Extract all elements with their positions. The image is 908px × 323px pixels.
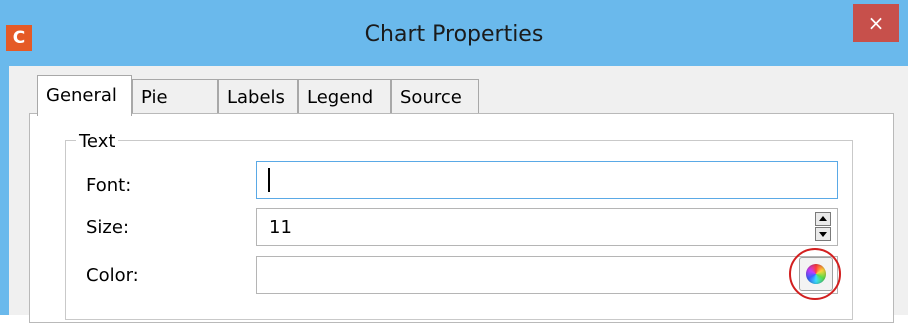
tab-labels[interactable]: Labels xyxy=(218,79,298,113)
color-picker-button[interactable] xyxy=(799,257,833,291)
spin-up-button[interactable] xyxy=(815,212,831,226)
color-label: Color: xyxy=(86,265,139,286)
color-wheel-icon xyxy=(806,264,826,284)
tab-pie[interactable]: Pie xyxy=(132,79,218,113)
title-bar[interactable]: C Chart Properties × xyxy=(0,0,908,51)
font-label: Font: xyxy=(86,175,132,196)
tab-legend[interactable]: Legend xyxy=(298,79,391,113)
size-value: 11 xyxy=(269,217,292,238)
tab-source[interactable]: Source xyxy=(391,79,479,113)
text-caret xyxy=(268,168,270,192)
size-spin-buttons xyxy=(815,212,831,242)
color-field[interactable] xyxy=(256,256,838,294)
text-group-title: Text xyxy=(76,131,119,152)
close-button[interactable]: × xyxy=(853,4,899,42)
window-title: Chart Properties xyxy=(364,22,544,47)
size-label: Size: xyxy=(86,217,130,238)
tab-general[interactable]: General xyxy=(37,75,132,116)
font-input[interactable] xyxy=(256,161,838,199)
size-stepper[interactable]: 11 xyxy=(256,208,838,246)
spin-down-button[interactable] xyxy=(815,227,831,241)
